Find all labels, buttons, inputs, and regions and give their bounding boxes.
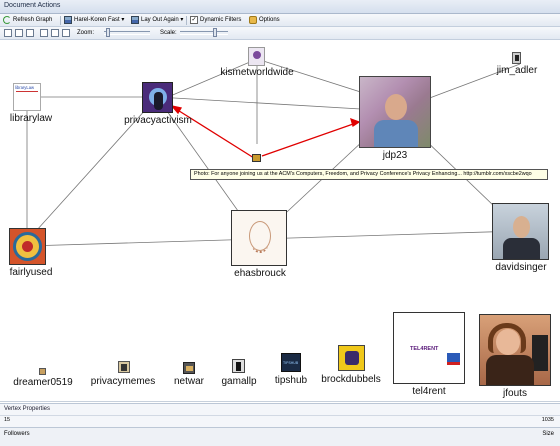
zoom-out-icon[interactable] bbox=[51, 29, 61, 38]
zoom-in-icon[interactable] bbox=[40, 29, 50, 38]
select-subgraph-tool-icon[interactable] bbox=[26, 29, 36, 38]
vertex-davidsinger-image[interactable] bbox=[492, 203, 549, 260]
edge-arrowhead bbox=[350, 117, 361, 128]
zoom-toolbar: Zoom: Scale: bbox=[0, 27, 560, 40]
scale-slider[interactable] bbox=[180, 28, 228, 37]
vertex-tel4rent-label: tel4rent bbox=[412, 386, 446, 397]
vertex-tipshub-label: tipshub bbox=[274, 375, 308, 386]
graph-edge bbox=[257, 230, 521, 240]
graph-edge bbox=[26, 238, 259, 247]
vertex-jdp23-label: jdp23 bbox=[382, 150, 408, 161]
vertex-fairlyused-label: fairlyused bbox=[9, 267, 53, 278]
pan-tool-icon[interactable] bbox=[62, 29, 72, 38]
scale-slider-thumb[interactable] bbox=[213, 28, 217, 37]
window-title: Document Actions bbox=[4, 2, 61, 9]
vertex-fairlyused-image[interactable] bbox=[9, 228, 46, 265]
vertex-jdp23-image[interactable] bbox=[359, 76, 431, 148]
vertex-jfouts-label: jfouts bbox=[503, 388, 527, 399]
graph-canvas[interactable]: kismetworldwide jim_adler libraryLaw lib… bbox=[0, 41, 560, 402]
layout-icon bbox=[64, 16, 72, 24]
scale-label: Scale: bbox=[160, 30, 177, 36]
vertex-properties-panel: Vertex Properties 15 1035 bbox=[0, 403, 560, 427]
vertex-librarylaw-image[interactable]: libraryLaw bbox=[13, 83, 41, 111]
vertex-jim-adler-image[interactable] bbox=[512, 52, 521, 64]
vertex-kismetworldwide-label: kismetworldwide bbox=[220, 67, 294, 78]
options-icon bbox=[249, 16, 257, 24]
vertex-tipshub-image[interactable]: TIPSHUB bbox=[281, 353, 301, 372]
vertex-jim-adler-label: jim_adler bbox=[496, 65, 538, 76]
face-icon bbox=[385, 94, 407, 120]
refresh-icon bbox=[3, 16, 11, 24]
zoom-slider-thumb[interactable] bbox=[106, 28, 110, 37]
zoom-label: Zoom: bbox=[77, 30, 95, 36]
vertex-gamallp-image[interactable] bbox=[232, 359, 245, 373]
graph-toolbar: Refresh Graph Harel-Koren Fast ▾ Lay Out… bbox=[0, 14, 560, 27]
vertex-davidsinger-label: davidsinger bbox=[495, 262, 547, 273]
vertex-netwar-image[interactable] bbox=[183, 362, 195, 374]
followers-bar: Followers Size bbox=[0, 427, 560, 446]
vertex-brockdubbels-label: brockdubbels bbox=[321, 374, 381, 385]
toolbar-separator bbox=[60, 16, 61, 25]
vertex-tel4rent-image[interactable]: TEL4RENT bbox=[393, 312, 465, 384]
zoom-slider[interactable] bbox=[104, 28, 150, 37]
vertex-tooltip: Photo: For anyone joining us at the ACM'… bbox=[190, 169, 548, 180]
vertex-kismetworldwide-image[interactable] bbox=[248, 47, 265, 66]
graph-edge bbox=[167, 58, 258, 98]
vertex-properties-row: 15 1035 bbox=[0, 415, 560, 424]
vertex-properties-right-value: 1035 bbox=[541, 417, 554, 423]
select-tool-icon[interactable] bbox=[4, 29, 14, 38]
chevron-down-icon: ▾ bbox=[121, 17, 125, 23]
followers-label: Followers bbox=[4, 431, 30, 437]
select-adjacent-tool-icon[interactable] bbox=[15, 29, 25, 38]
chevron-down-icon: ▾ bbox=[180, 17, 184, 23]
refresh-graph-button[interactable]: Refresh Graph bbox=[3, 16, 52, 25]
size-label: Size bbox=[542, 431, 554, 437]
window-titlebar: Document Actions bbox=[0, 0, 560, 14]
vertex-privacymemes-image[interactable] bbox=[118, 361, 130, 373]
layout-again-icon bbox=[131, 16, 139, 24]
vertex-privacyactivism-image[interactable] bbox=[142, 82, 173, 113]
vertex-dreamer0519-label: dreamer0519 bbox=[13, 377, 73, 388]
filter-checkbox-icon: ✓ bbox=[190, 16, 198, 24]
vertex-selected-photo-post[interactable] bbox=[252, 154, 261, 162]
no-h8-sign-icon bbox=[532, 335, 548, 371]
highlighted-edge bbox=[261, 122, 357, 157]
vertex-brockdubbels-image[interactable] bbox=[338, 345, 365, 371]
vertex-properties-title: Vertex Properties bbox=[4, 406, 51, 412]
vertex-ehasbrouck-label: ehasbrouck bbox=[234, 268, 286, 279]
dynamic-filters-button[interactable]: ✓ Dynamic Filters bbox=[190, 16, 241, 25]
space-invader-icon bbox=[345, 351, 359, 365]
vertex-dreamer0519-image[interactable] bbox=[39, 368, 46, 375]
vertex-librarylaw-label: librarylaw bbox=[9, 113, 53, 124]
vertex-netwar-label: netwar bbox=[173, 376, 205, 387]
options-button[interactable]: Options bbox=[249, 16, 280, 25]
flower-icon bbox=[252, 51, 261, 59]
toolbar-separator bbox=[186, 16, 187, 25]
vertex-jfouts-image[interactable] bbox=[479, 314, 551, 386]
vertex-gamallp-label: gamallp bbox=[221, 376, 257, 387]
vertex-privacyactivism-label: privacyactivism bbox=[124, 115, 192, 126]
lay-out-again-button[interactable]: Lay Out Again ▾ bbox=[131, 16, 183, 25]
layout-algorithm-dropdown[interactable]: Harel-Koren Fast ▾ bbox=[64, 16, 124, 25]
vertex-privacymemes-label: privacymemes bbox=[90, 376, 156, 387]
vertex-ehasbrouck-image[interactable] bbox=[231, 210, 287, 266]
vertex-properties-left-value: 15 bbox=[4, 417, 11, 423]
